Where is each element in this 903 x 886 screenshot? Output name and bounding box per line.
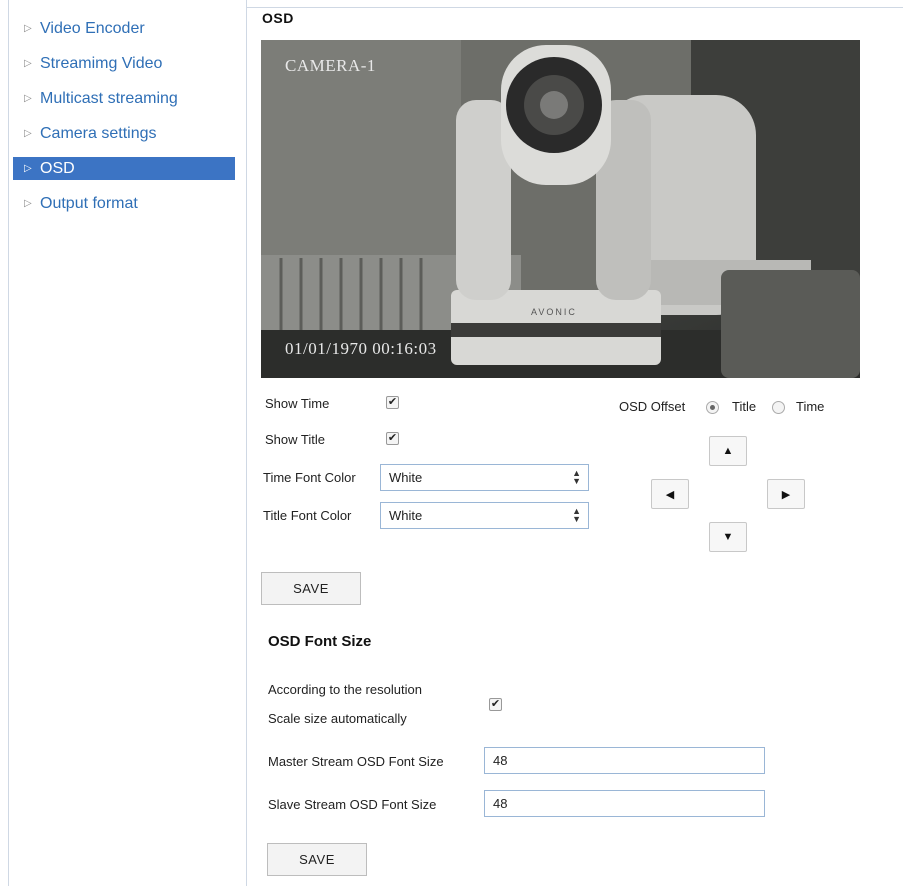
show-time-checkbox[interactable]: ✔ bbox=[386, 396, 399, 409]
sidebar-item-label: Camera settings bbox=[40, 124, 157, 142]
auto-scale-label-line1: According to the resolution bbox=[268, 682, 422, 697]
osd-offset-title-radio[interactable] bbox=[706, 401, 719, 414]
master-font-size-input[interactable]: 48 bbox=[484, 747, 765, 774]
offset-left-button[interactable]: ◀ bbox=[651, 479, 689, 509]
offset-right-button[interactable]: ▶ bbox=[767, 479, 805, 509]
sidebar-nav: ▷ Video Encoder ▷ Streamimg Video ▷ Mult… bbox=[13, 11, 235, 221]
triangle-right-icon: ▷ bbox=[24, 58, 32, 69]
triangle-right-icon: ▷ bbox=[24, 93, 32, 104]
sidebar-item-label: Video Encoder bbox=[40, 19, 145, 37]
auto-scale-checkbox[interactable]: ✔ bbox=[489, 698, 502, 711]
osd-offset-time-radio[interactable] bbox=[772, 401, 785, 414]
arrow-left-icon: ◀ bbox=[665, 488, 675, 501]
offset-down-button[interactable]: ▼ bbox=[709, 522, 747, 552]
brand-label: AVONIC bbox=[531, 307, 577, 317]
time-font-color-label: Time Font Color bbox=[263, 470, 356, 485]
show-title-label: Show Title bbox=[265, 432, 325, 447]
sidebar-item-video-encoder[interactable]: ▷ Video Encoder bbox=[13, 11, 235, 46]
video-preview: AVONIC CAMERA-1 01/01/1970 00:16:03 bbox=[261, 40, 860, 378]
master-font-size-label: Master Stream OSD Font Size bbox=[268, 754, 444, 769]
left-border bbox=[8, 0, 9, 886]
osd-title-overlay: CAMERA-1 bbox=[285, 56, 376, 75]
top-border bbox=[246, 7, 903, 8]
sidebar-item-streaming-video[interactable]: ▷ Streamimg Video bbox=[13, 46, 235, 81]
title-font-color-value: White bbox=[389, 508, 423, 523]
time-font-color-select[interactable]: White ▲ ▼ bbox=[380, 464, 589, 491]
font-size-save-button[interactable]: SAVE bbox=[267, 843, 367, 876]
triangle-right-icon: ▷ bbox=[24, 128, 32, 139]
arrow-down-icon: ▼ bbox=[722, 531, 734, 543]
sidebar-item-multicast-streaming[interactable]: ▷ Multicast streaming bbox=[13, 81, 235, 116]
slave-font-size-input[interactable]: 48 bbox=[484, 790, 765, 817]
show-title-checkbox[interactable]: ✔ bbox=[386, 432, 399, 445]
sidebar-item-camera-settings[interactable]: ▷ Camera settings bbox=[13, 116, 235, 151]
page-title: OSD bbox=[262, 10, 294, 26]
triangle-right-icon: ▷ bbox=[24, 23, 32, 34]
sidebar-item-label: Streamimg Video bbox=[40, 54, 163, 72]
save-button[interactable]: SAVE bbox=[261, 572, 361, 605]
arrow-right-icon: ▶ bbox=[781, 488, 791, 501]
title-font-color-label: Title Font Color bbox=[263, 508, 352, 523]
slave-font-size-label: Slave Stream OSD Font Size bbox=[268, 797, 437, 812]
camera-scene-image: AVONIC bbox=[261, 40, 860, 378]
auto-scale-label-line2: Scale size automatically bbox=[268, 711, 407, 726]
sidebar-item-osd[interactable]: ▷ OSD bbox=[13, 157, 235, 180]
sidebar-item-label: Multicast streaming bbox=[40, 89, 178, 107]
arrow-up-icon: ▲ bbox=[722, 445, 734, 457]
time-font-color-value: White bbox=[389, 470, 423, 485]
triangle-right-icon: ▷ bbox=[24, 163, 32, 174]
osd-time-overlay: 01/01/1970 00:16:03 bbox=[285, 339, 437, 358]
sidebar-item-label: Output format bbox=[40, 194, 138, 212]
osd-offset-label: OSD Offset bbox=[619, 399, 686, 414]
sidebar-divider bbox=[246, 0, 247, 886]
title-font-color-select[interactable]: White ▲ ▼ bbox=[380, 502, 589, 529]
sidebar-item-label: OSD bbox=[40, 159, 75, 177]
osd-font-size-title: OSD Font Size bbox=[268, 633, 372, 650]
select-arrows-icon: ▲ ▼ bbox=[572, 506, 581, 524]
offset-up-button[interactable]: ▲ bbox=[709, 436, 747, 466]
osd-offset-title-label: Title bbox=[732, 399, 757, 414]
sidebar-item-output-format[interactable]: ▷ Output format bbox=[13, 186, 235, 221]
select-arrows-icon: ▲ ▼ bbox=[572, 468, 581, 486]
show-time-label: Show Time bbox=[265, 396, 330, 411]
triangle-right-icon: ▷ bbox=[24, 198, 32, 209]
osd-offset-time-label: Time bbox=[796, 399, 825, 414]
